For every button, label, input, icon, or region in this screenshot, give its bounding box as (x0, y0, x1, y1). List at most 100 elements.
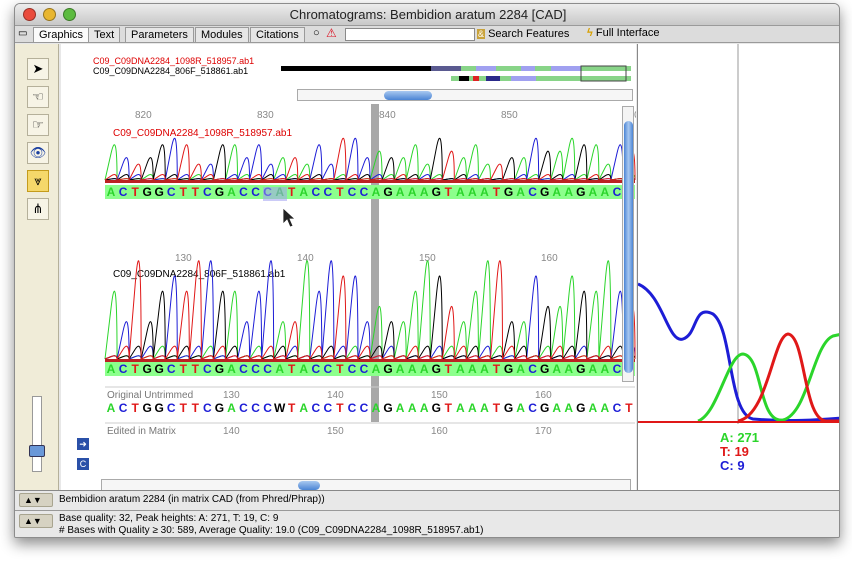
track1-base[interactable]: A (299, 185, 308, 199)
minimize-button[interactable] (43, 8, 56, 21)
original-base[interactable]: A (372, 401, 381, 415)
original-base[interactable]: T (625, 401, 633, 415)
original-base[interactable]: T (336, 401, 344, 415)
track2-base[interactable]: C (311, 362, 320, 376)
track2-base[interactable]: G (432, 362, 441, 376)
original-base[interactable]: T (131, 401, 139, 415)
track2-base[interactable]: A (564, 362, 573, 376)
track2-base[interactable]: C (360, 362, 369, 376)
track1-base[interactable]: C (613, 185, 622, 199)
zoom-slider[interactable] (29, 396, 45, 472)
original-base[interactable]: A (552, 401, 561, 415)
search-input[interactable] (345, 28, 475, 41)
track1-base[interactable]: A (107, 185, 116, 199)
track2-base[interactable]: C (263, 362, 272, 376)
track2-base[interactable]: T (493, 362, 501, 376)
original-base[interactable]: A (408, 401, 417, 415)
track2-base[interactable]: C (251, 362, 260, 376)
tab-modules[interactable]: Modules (195, 27, 249, 42)
original-base[interactable]: A (480, 401, 489, 415)
track1-base[interactable]: C (324, 185, 333, 199)
track1-base[interactable]: A (408, 185, 417, 199)
track1-base[interactable]: C (311, 185, 320, 199)
original-base[interactable]: A (516, 401, 525, 415)
original-base[interactable]: C (360, 401, 369, 415)
peak-select-tool-icon[interactable]: ⩔ (27, 170, 49, 192)
track2-base[interactable]: C (528, 362, 537, 376)
track2-base[interactable]: G (215, 362, 224, 376)
original-base[interactable]: C (528, 401, 537, 415)
track2-base[interactable]: A (601, 362, 610, 376)
original-base[interactable]: A (601, 401, 610, 415)
arrow-tool-icon[interactable]: ➤ (27, 58, 49, 80)
original-base[interactable]: T (288, 401, 296, 415)
original-base[interactable]: C (203, 401, 212, 415)
zoom-button[interactable] (63, 8, 76, 21)
track2-base[interactable]: T (180, 362, 188, 376)
original-base[interactable]: C (167, 401, 176, 415)
track2-base[interactable]: A (456, 362, 465, 376)
track1-base[interactable]: A (456, 185, 465, 199)
original-base[interactable]: G (540, 401, 549, 415)
track2-base[interactable]: G (155, 362, 164, 376)
track1-base[interactable]: A (589, 185, 598, 199)
original-base[interactable]: G (504, 401, 513, 415)
track1-base[interactable]: C (528, 185, 537, 199)
original-base[interactable]: A (468, 401, 477, 415)
track2-base[interactable]: A (275, 362, 284, 376)
track1-base[interactable]: C (167, 185, 176, 199)
status-toggle-1[interactable]: ▲▼ (19, 493, 53, 507)
track2-base[interactable]: A (107, 362, 116, 376)
track1-base[interactable]: A (420, 185, 429, 199)
close-button[interactable] (23, 8, 36, 21)
original-base[interactable]: C (613, 401, 622, 415)
original-base[interactable]: G (432, 401, 441, 415)
trace-canvas[interactable]: 820830840850860C09_C09DNA2284_1098R_5189… (61, 104, 636, 434)
track1-base[interactable]: T (336, 185, 344, 199)
original-base[interactable]: G (383, 401, 392, 415)
original-base[interactable]: C (239, 401, 248, 415)
compact-icon[interactable]: C (77, 458, 89, 470)
track1-base[interactable]: G (540, 185, 549, 199)
tab-citations[interactable]: Citations (250, 27, 305, 42)
track1-base[interactable]: T (288, 185, 296, 199)
track1-base[interactable]: C (251, 185, 260, 199)
track2-base[interactable]: T (288, 362, 296, 376)
original-base[interactable]: W (274, 401, 286, 415)
track1-base[interactable]: G (432, 185, 441, 199)
original-base[interactable]: C (119, 401, 128, 415)
track2-base[interactable]: T (192, 362, 200, 376)
expand-arrow-icon[interactable]: ➜ (77, 438, 89, 450)
track2-base[interactable]: C (324, 362, 333, 376)
original-base[interactable]: C (311, 401, 320, 415)
track2-base[interactable]: T (336, 362, 344, 376)
track1-base[interactable]: C (119, 185, 128, 199)
track1-base[interactable]: A (480, 185, 489, 199)
track1-base[interactable]: G (576, 185, 585, 199)
track1-base[interactable]: C (203, 185, 212, 199)
original-base[interactable]: C (324, 401, 333, 415)
original-base[interactable]: T (445, 401, 453, 415)
track2-base[interactable]: A (420, 362, 429, 376)
track1-base[interactable]: G (215, 185, 224, 199)
overview-scroll-thumb[interactable] (384, 91, 432, 100)
original-base[interactable]: A (227, 401, 236, 415)
original-base[interactable]: T (192, 401, 200, 415)
track2-base[interactable]: A (552, 362, 561, 376)
track1-base[interactable]: A (227, 185, 236, 199)
track1-base[interactable]: T (180, 185, 188, 199)
original-base[interactable]: T (493, 401, 501, 415)
track2-base[interactable]: A (396, 362, 405, 376)
window-menu-icon[interactable]: ▭ (18, 28, 27, 39)
track1-base[interactable]: G (504, 185, 513, 199)
track2-base[interactable]: C (167, 362, 176, 376)
track1-base[interactable]: C (360, 185, 369, 199)
tab-text[interactable]: Text (88, 27, 121, 42)
track1-base[interactable]: G (383, 185, 392, 199)
original-base[interactable]: A (589, 401, 598, 415)
track2-base[interactable]: T (445, 362, 453, 376)
track2-base[interactable]: A (299, 362, 308, 376)
track1-base[interactable]: A (396, 185, 405, 199)
vertical-scroll-thumb[interactable] (624, 121, 633, 373)
zoom-slider-thumb[interactable] (29, 445, 45, 457)
